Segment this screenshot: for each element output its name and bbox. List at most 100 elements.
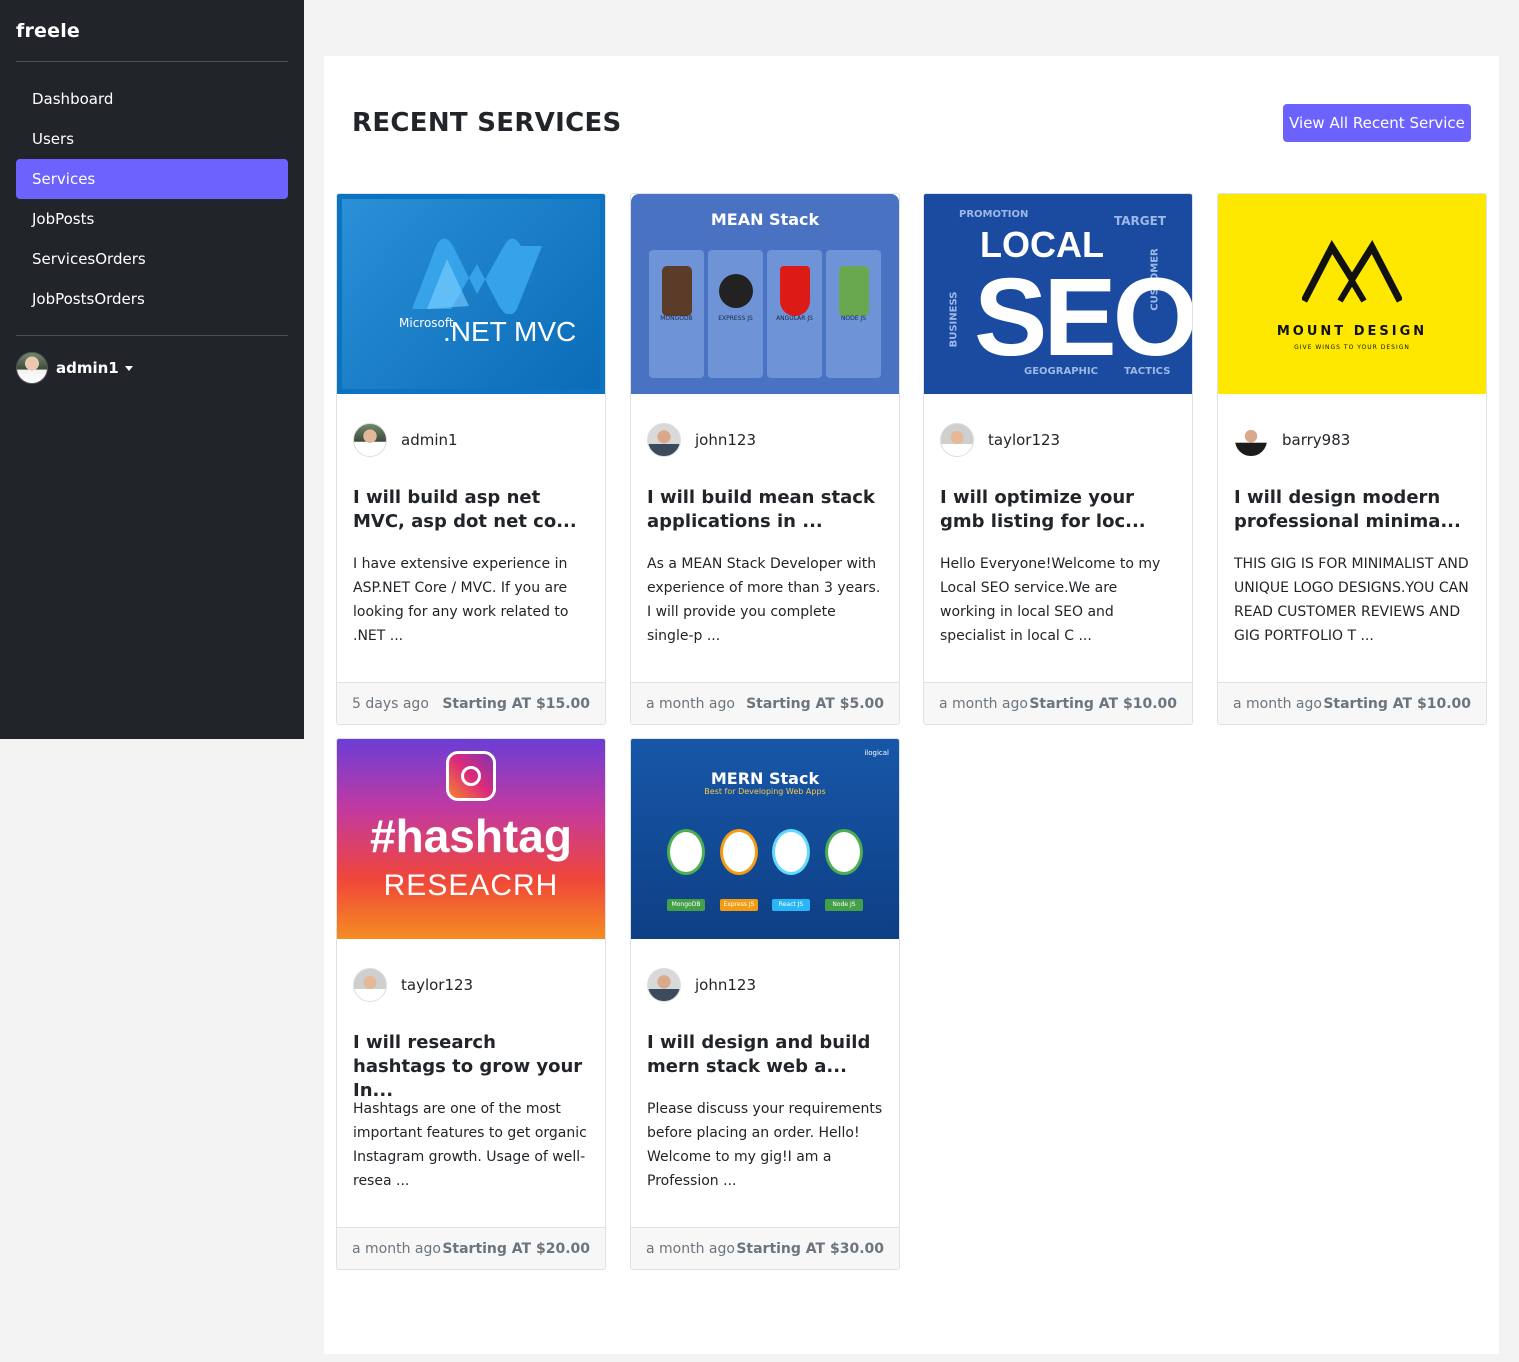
seller-info: taylor123 (337, 939, 605, 1031)
service-description: Hello Everyone!Welcome to my Local SEO s… (940, 556, 1161, 644)
service-thumbnail[interactable]: MOUNT DESIGN GIVE WINGS TO YOUR DESIGN (1218, 194, 1486, 394)
service-thumbnail[interactable]: MEAN Stack MONGODB EXPRESS JS ANGULAR JS… (631, 194, 899, 394)
card-footer: a month ago Starting AT $5.00 (631, 682, 899, 724)
thumb-main-text: .NET MVC (443, 316, 577, 347)
service-title[interactable]: I will optimize your gmb listing for loc… (924, 486, 1192, 544)
thumb-line1: #hashtag (370, 810, 572, 862)
posted-time: a month ago (939, 695, 1028, 712)
starting-price: Starting AT $15.00 (442, 695, 590, 712)
thumb-item-label: EXPRESS JS (718, 315, 753, 322)
seller-info: admin1 (337, 394, 605, 486)
seller-name[interactable]: admin1 (401, 431, 458, 449)
sidebar-item-users[interactable]: Users (16, 119, 288, 159)
sidebar-item-jobpostsorders[interactable]: JobPostsOrders (16, 279, 288, 319)
thumb-subheading: Best for Developing Web Apps (704, 787, 826, 796)
service-description: THIS GIG IS FOR MINIMALIST AND UNIQUE LO… (1234, 556, 1469, 644)
service-card[interactable]: Microsoft .NET MVC admin1 I will build a… (336, 193, 606, 725)
dotnet-logo-icon (412, 238, 542, 314)
avatar (353, 423, 387, 457)
thumb-brand-name: MOUNT DESIGN (1276, 324, 1428, 339)
service-description: I have extensive experience in ASP.NET C… (353, 556, 569, 644)
card-footer: a month ago Starting AT $20.00 (337, 1227, 605, 1269)
thumb-item-label: Express JS (720, 899, 758, 911)
thumb-item-label: MongoDB (667, 899, 705, 911)
posted-time: 5 days ago (352, 695, 429, 712)
posted-time: a month ago (646, 1240, 735, 1257)
mongodb-icon (667, 829, 705, 875)
starting-price: Starting AT $10.00 (1029, 695, 1177, 712)
service-thumbnail[interactable]: #hashtag RESEACRH (337, 739, 605, 939)
sidebar-item-servicesorders[interactable]: ServicesOrders (16, 239, 288, 279)
service-card[interactable]: ilogical MERN Stack Best for Developing … (630, 738, 900, 1270)
service-card[interactable]: #hashtag RESEACRH taylor123 I will resea… (336, 738, 606, 1270)
nodejs-icon (825, 829, 863, 875)
service-thumbnail[interactable]: ilogical MERN Stack Best for Developing … (631, 739, 899, 939)
thumb-item-label: MONGODB (660, 315, 693, 322)
thumb-word: PROMOTION (959, 209, 1029, 220)
seller-name[interactable]: taylor123 (988, 431, 1060, 449)
card-footer: a month ago Starting AT $30.00 (631, 1227, 899, 1269)
express-icon (720, 829, 758, 875)
service-card[interactable]: PROMOTION TARGET BUSINESS CUSTOMER GEOGR… (923, 193, 1193, 725)
seller-info: john123 (631, 394, 899, 486)
thumb-corner-logo: ilogical (864, 749, 889, 757)
card-footer: a month ago Starting AT $10.00 (924, 682, 1192, 724)
seller-name[interactable]: john123 (695, 431, 756, 449)
thumb-tagline: GIVE WINGS TO YOUR DESIGN (1294, 344, 1410, 351)
seller-name[interactable]: john123 (695, 976, 756, 994)
sidebar-item-services[interactable]: Services (16, 159, 288, 199)
thumb-item-label: ANGULAR JS (776, 315, 813, 322)
card-footer: a month ago Starting AT $10.00 (1218, 682, 1486, 724)
avatar (647, 423, 681, 457)
service-title[interactable]: I will build mean stack applications in … (631, 486, 899, 544)
service-description: Hashtags are one of the most important f… (353, 1101, 587, 1189)
avatar (647, 968, 681, 1002)
card-footer: 5 days ago Starting AT $15.00 (337, 682, 605, 724)
service-card[interactable]: MOUNT DESIGN GIVE WINGS TO YOUR DESIGN b… (1217, 193, 1487, 725)
service-title[interactable]: I will research hashtags to grow your In… (337, 1031, 605, 1101)
view-all-recent-service-button[interactable]: View All Recent Service (1283, 104, 1471, 142)
service-description: Please discuss your requirements before … (647, 1101, 883, 1189)
starting-price: Starting AT $10.00 (1323, 695, 1471, 712)
avatar (353, 968, 387, 1002)
service-thumbnail[interactable]: Microsoft .NET MVC (337, 194, 605, 394)
user-menu-dropdown[interactable]: admin1 (16, 352, 288, 384)
service-title[interactable]: I will design modern professional minima… (1218, 486, 1486, 544)
thumb-item-label: React JS (772, 899, 810, 911)
service-title[interactable]: I will build asp net MVC, asp dot net co… (337, 486, 605, 544)
seller-info: taylor123 (924, 394, 1192, 486)
thumb-word: BUSINESS (948, 291, 960, 348)
service-card[interactable]: MEAN Stack MONGODB EXPRESS JS ANGULAR JS… (630, 193, 900, 725)
starting-price: Starting AT $20.00 (442, 1240, 590, 1257)
thumb-heading: MERN Stack (710, 769, 820, 788)
thumb-line2: RESEACRH (383, 869, 559, 902)
seller-name[interactable]: taylor123 (401, 976, 473, 994)
starting-price: Starting AT $30.00 (736, 1240, 884, 1257)
service-title[interactable]: I will design and build mern stack web a… (631, 1031, 899, 1089)
sidebar: freele Dashboard Users Services JobPosts… (0, 0, 304, 739)
thumb-item-label: NODE JS (840, 315, 867, 322)
seller-name[interactable]: barry983 (1282, 431, 1350, 449)
avatar (16, 352, 48, 384)
thumb-heading: MEAN Stack (710, 210, 820, 229)
instagram-icon (446, 751, 496, 801)
thumb-word: TARGET (1114, 214, 1167, 228)
seller-info: barry983 (1218, 394, 1486, 486)
sidebar-item-jobposts[interactable]: JobPosts (16, 199, 288, 239)
brand-logo[interactable]: freele (16, 0, 288, 62)
avatar (1234, 423, 1268, 457)
seller-info: john123 (631, 939, 899, 1031)
react-icon (772, 829, 810, 875)
service-thumbnail[interactable]: PROMOTION TARGET BUSINESS CUSTOMER GEOGR… (924, 194, 1192, 394)
thumb-item-label: Node JS (825, 899, 863, 911)
sidebar-item-dashboard[interactable]: Dashboard (16, 79, 288, 119)
page-title: RECENT SERVICES (352, 108, 622, 138)
avatar (940, 423, 974, 457)
sidebar-nav: Dashboard Users Services JobPosts Servic… (16, 79, 288, 336)
user-name: admin1 (56, 359, 119, 377)
posted-time: a month ago (352, 1240, 441, 1257)
caret-down-icon (124, 365, 133, 371)
service-description: As a MEAN Stack Developer with experienc… (647, 556, 881, 644)
starting-price: Starting AT $5.00 (746, 695, 884, 712)
posted-time: a month ago (646, 695, 735, 712)
